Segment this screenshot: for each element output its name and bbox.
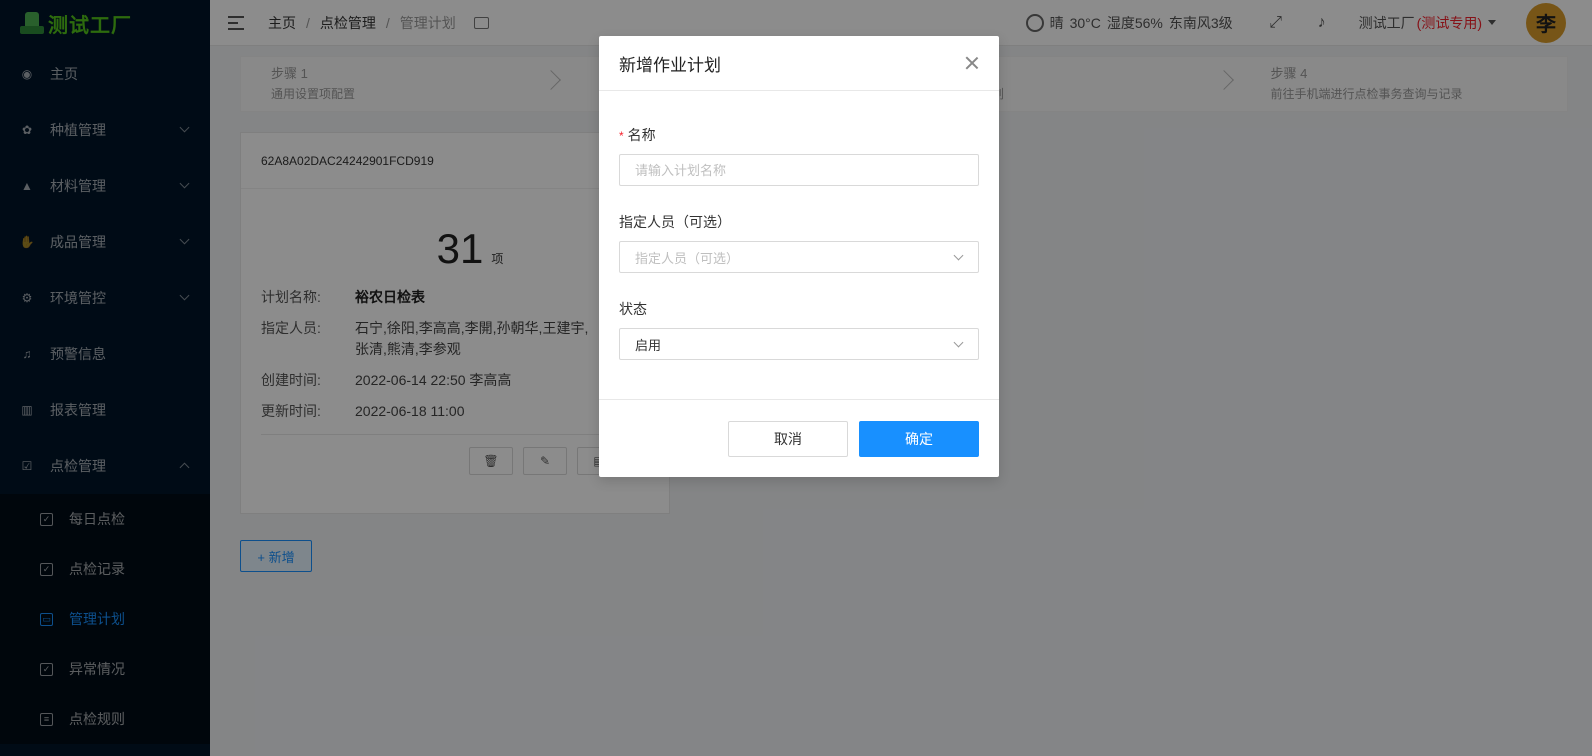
- required-mark: *: [619, 129, 624, 143]
- chevron-down-icon: [953, 337, 964, 348]
- cancel-button[interactable]: 取消: [728, 420, 848, 457]
- close-icon[interactable]: [965, 56, 979, 70]
- modal-title: 新增作业计划: [619, 55, 721, 75]
- name-label: 名称: [627, 127, 656, 143]
- field-assignee: 指定人员（可选） 指定人员（可选）: [619, 212, 979, 273]
- status-select[interactable]: 启用: [619, 328, 979, 360]
- plan-name-input[interactable]: [619, 154, 979, 186]
- new-plan-modal: 新增作业计划 *名称 指定人员（可选） 指定人员（可选） 状态 启用 取消 确定: [599, 36, 999, 477]
- status-label: 状态: [619, 301, 647, 317]
- modal-body: *名称 指定人员（可选） 指定人员（可选） 状态 启用: [599, 91, 999, 400]
- field-label: * 名称: [619, 125, 979, 145]
- confirm-button[interactable]: 确定: [859, 420, 979, 457]
- status-value: 启用: [635, 337, 662, 353]
- modal-footer: 取消 确定: [599, 400, 999, 477]
- field-name: * 名称: [619, 125, 979, 186]
- field-status: 状态 启用: [619, 299, 979, 360]
- assignee-placeholder: 指定人员（可选）: [635, 250, 740, 266]
- assignee-label: 指定人员（可选）: [619, 214, 731, 230]
- chevron-down-icon: [953, 250, 964, 261]
- assignee-select[interactable]: 指定人员（可选）: [619, 241, 979, 273]
- modal-header: 新增作业计划: [599, 36, 999, 91]
